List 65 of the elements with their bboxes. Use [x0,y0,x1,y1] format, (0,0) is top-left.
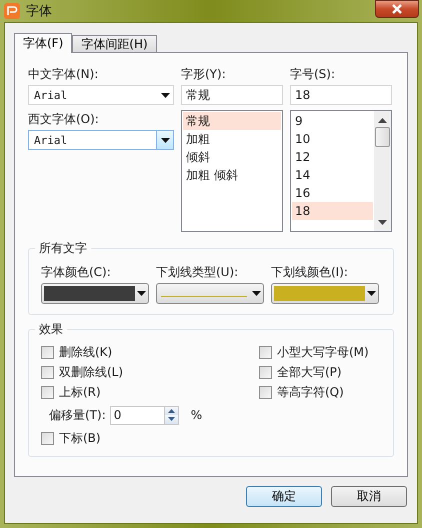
tab[interactable]: 字体(F) [14,33,72,53]
up-arrow-icon [168,408,175,413]
list-item[interactable]: 加粗 倾斜 [183,166,281,184]
list-item[interactable]: 常规 [183,112,281,130]
list-item[interactable]: 加粗 [183,130,281,148]
checkbox-label: 上标(R) [59,384,101,400]
checkbox-label: 双删除线(L) [59,364,124,380]
checkbox-label: 小型大写字母(M) [277,344,369,360]
offset-spinbox[interactable]: 0 [110,406,179,424]
field-label: 西文字体(O): [28,111,100,128]
style-field[interactable]: 常规 [181,85,283,105]
offset-label: 偏移量(T): [49,406,106,424]
scroll-up-icon[interactable] [378,118,387,123]
scrollbar[interactable] [374,111,391,231]
checkbox[interactable] [41,346,54,358]
dropdown-arrow-icon [252,291,261,296]
dropdown-arrow-icon [160,138,170,142]
field-label: 下划线类型(U): [156,264,240,281]
checkbox-label: 删除线(K) [59,344,112,360]
field-label: 字体颜色(C): [41,264,112,281]
list-item[interactable]: 18 [292,202,373,220]
close-button[interactable] [375,0,419,18]
dropdown-button[interactable] [156,131,173,149]
unit-label: % [190,408,202,422]
scroll-down-icon[interactable] [378,220,387,225]
checkbox[interactable] [259,366,272,378]
window-title: 字体 [26,3,53,20]
field-label: 字形(Y): [181,66,227,83]
ok-button[interactable]: 确定 [246,486,322,507]
list-item[interactable]: 倾斜 [183,148,281,166]
close-icon [391,4,403,14]
list-item[interactable]: 12 [292,148,373,166]
tab[interactable]: 字体间距(H) [72,35,157,52]
field-label: 下划线颜色(I): [271,264,349,281]
checkbox-label: 下标(B) [59,430,101,446]
cancel-button[interactable]: 取消 [331,486,407,507]
group-title: 效果 [35,322,67,336]
checkbox[interactable] [41,432,54,444]
spin-down-button[interactable] [164,415,178,424]
spin-up-button[interactable] [164,406,178,415]
color-dropdown[interactable] [41,283,149,304]
size-field[interactable]: 18 [290,85,392,105]
checkbox[interactable] [259,386,272,398]
list-item[interactable]: 14 [292,166,373,184]
color-dropdown[interactable] [271,283,379,304]
font-dropdown[interactable]: Arial [28,130,174,150]
app-logo-icon [4,3,20,19]
field-label: 中文字体(N): [28,66,100,83]
checkbox-label: 全部大写(P) [277,364,342,380]
list-item[interactable]: 9 [292,112,373,130]
down-arrow-icon [168,417,175,422]
checkbox[interactable] [259,346,272,358]
dropdown-arrow-icon [137,291,146,296]
list-item[interactable]: 16 [292,184,373,202]
checkbox-label: 等高字符(Q) [277,384,344,400]
checkbox[interactable] [41,366,54,378]
checkbox[interactable] [41,386,54,398]
scroll-thumb[interactable] [375,127,390,147]
dropdown-arrow-icon [367,291,376,296]
field-label: 字号(S): [290,66,336,83]
font-dropdown[interactable]: Arial [28,85,174,105]
group-title: 所有文字 [35,241,91,255]
list-item[interactable]: 10 [292,130,373,148]
color-dropdown[interactable] [156,283,264,304]
dropdown-arrow-icon [160,92,170,98]
